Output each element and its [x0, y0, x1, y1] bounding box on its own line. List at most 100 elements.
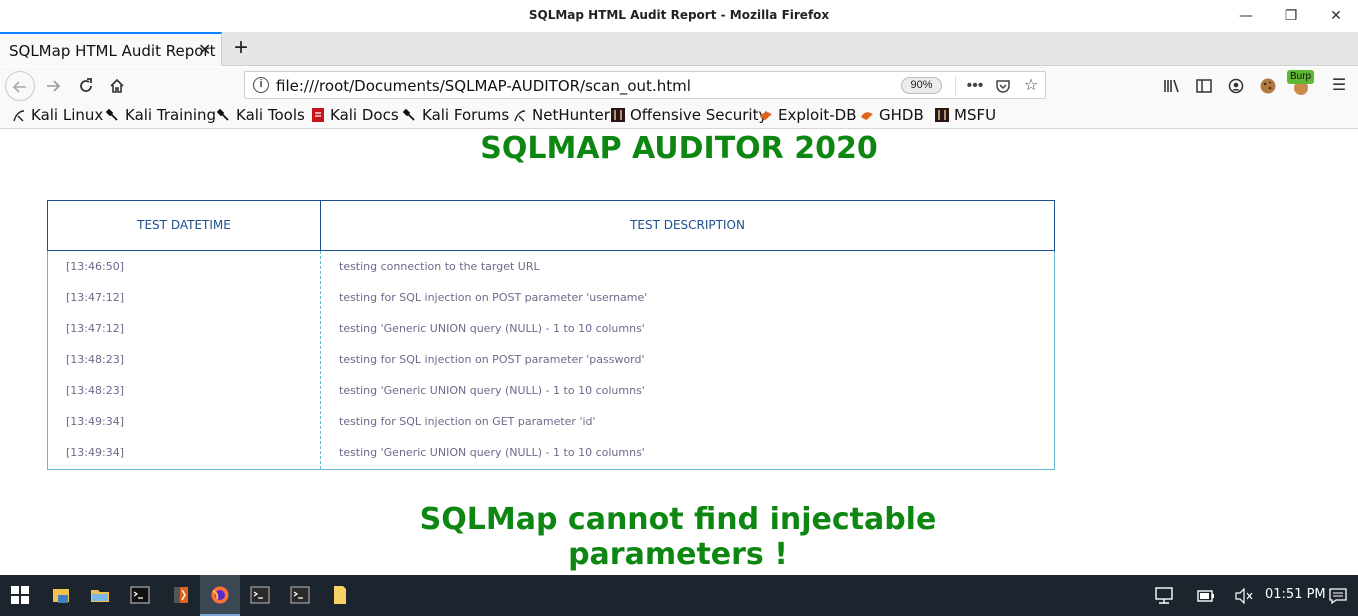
close-window-button[interactable]: ✕: [1325, 6, 1347, 26]
start-button[interactable]: [0, 575, 40, 616]
page-content: SQLMAP AUDITOR 2020 TEST DATETIME TEST D…: [0, 130, 1358, 575]
library-icon[interactable]: [1161, 75, 1183, 97]
cell-description: testing connection to the target URL: [339, 260, 540, 273]
table-row: [13:48:23] testing 'Generic UNION query …: [48, 384, 1054, 415]
cell-datetime: [13:49:34]: [66, 415, 124, 428]
sidebar-icon[interactable]: [1193, 75, 1215, 97]
bookmark-label: GHDB: [879, 106, 924, 124]
bookmark-kali-tools[interactable]: Kali Tools: [217, 106, 305, 126]
bookmark-label: Kali Linux: [31, 106, 104, 124]
cookie-extension-icon[interactable]: [1257, 75, 1279, 97]
table-row: [13:46:50] testing connection to the tar…: [48, 260, 1054, 291]
pocket-icon[interactable]: [992, 75, 1014, 97]
bookmark-label: Exploit-DB: [778, 106, 857, 124]
bookmark-star-icon[interactable]: ☆: [1020, 75, 1042, 97]
notifications-icon[interactable]: [1329, 587, 1347, 605]
docs-icon: [312, 108, 324, 122]
taskbar: 01:51 PM: [0, 575, 1358, 616]
close-tab-icon[interactable]: ✕: [198, 40, 211, 60]
column-header-description: TEST DESCRIPTION: [630, 218, 745, 232]
terminal-icon: [250, 586, 270, 604]
cell-datetime: [13:47:12]: [66, 291, 124, 304]
window-titlebar: SQLMap HTML Audit Report - Mozilla Firef…: [0, 0, 1358, 32]
taskbar-notes-app[interactable]: [320, 575, 360, 616]
scan-result-message: SQLMap cannot find injectable parameters…: [419, 502, 937, 572]
table-row: [13:47:12] testing 'Generic UNION query …: [48, 322, 1054, 353]
folder-icon: [91, 590, 109, 602]
kali-tool-icon: [106, 108, 118, 121]
tab-label: SQLMap HTML Audit Report: [9, 42, 216, 60]
file-explorer-icon: [53, 589, 69, 603]
terminal-icon: [290, 586, 310, 604]
offsec-icon: [611, 108, 625, 122]
bookmark-msfu[interactable]: MSFU: [935, 106, 996, 126]
zoom-level-badge[interactable]: 90%: [901, 77, 942, 94]
home-icon: [110, 78, 124, 93]
bookmark-label: MSFU: [954, 106, 997, 124]
sticky-note-icon: [334, 586, 346, 604]
taskbar-terminal-app-2[interactable]: [240, 575, 280, 616]
taskbar-terminal-app-3[interactable]: [280, 575, 320, 616]
cell-datetime: [13:47:12]: [66, 322, 124, 335]
table-row: [13:49:34] testing for SQL injection on …: [48, 415, 1054, 446]
network-icon[interactable]: [1154, 587, 1174, 605]
bookmark-ghdb[interactable]: GHDB: [860, 106, 924, 126]
taskbar-burp-app[interactable]: [161, 575, 201, 616]
taskbar-clock[interactable]: 01:51 PM: [1265, 587, 1326, 602]
audit-table: TEST DATETIME TEST DESCRIPTION [13:46:50…: [47, 200, 1055, 470]
bookmark-nethunter[interactable]: NetHunter: [513, 106, 610, 126]
bookmark-label: Kali Training: [125, 106, 217, 124]
cell-description: testing 'Generic UNION query (NULL) - 1 …: [339, 384, 645, 397]
bookmark-kali-docs[interactable]: Kali Docs: [311, 106, 399, 126]
kali-tool-icon: [217, 108, 229, 121]
bookmark-kali-linux[interactable]: Kali Linux: [12, 106, 103, 126]
cell-description: testing for SQL injection on POST parame…: [339, 353, 645, 366]
back-arrow-icon: [12, 81, 26, 93]
bookmark-kali-training[interactable]: Kali Training: [106, 106, 216, 126]
site-info-icon[interactable]: i: [253, 77, 269, 93]
forward-button[interactable]: [38, 71, 68, 101]
hamburger-menu-icon[interactable]: ☰: [1328, 75, 1350, 97]
cell-datetime: [13:46:50]: [66, 260, 124, 273]
firefox-icon: [211, 586, 229, 604]
navigation-bar: i file:///root/Documents/SQLMAP-AUDITOR/…: [0, 67, 1358, 103]
new-tab-button[interactable]: +: [228, 34, 254, 62]
window-title: SQLMap HTML Audit Report - Mozilla Firef…: [528, 8, 830, 22]
restore-button[interactable]: ❐: [1280, 6, 1302, 26]
windows-logo-icon: [11, 586, 29, 604]
back-button[interactable]: [5, 71, 35, 101]
minimize-button[interactable]: —: [1235, 6, 1257, 26]
account-icon[interactable]: [1225, 75, 1247, 97]
taskbar-firefox-app[interactable]: [200, 575, 240, 616]
taskbar-file-explorer-app[interactable]: [41, 575, 81, 616]
battery-icon[interactable]: [1196, 588, 1216, 604]
cell-datetime: [13:49:34]: [66, 446, 124, 459]
bookmark-exploit-db[interactable]: Exploit-DB: [759, 106, 857, 126]
bookmark-kali-forums[interactable]: Kali Forums: [403, 106, 509, 126]
bookmark-label: Kali Docs: [330, 106, 399, 124]
url-bar[interactable]: i file:///root/Documents/SQLMAP-AUDITOR/…: [244, 71, 1046, 99]
reload-icon: [80, 78, 92, 92]
taskbar-folder-app[interactable]: [80, 575, 120, 616]
bookmarks-toolbar: Kali Linux Kali Training Kali Tools Kali…: [0, 103, 1358, 129]
column-header-datetime: TEST DATETIME: [48, 201, 321, 250]
bookmark-label: NetHunter: [532, 106, 610, 124]
offsec-icon: [935, 108, 949, 122]
bookmark-offensive-security[interactable]: Offensive Security: [611, 106, 767, 126]
table-header: TEST DATETIME TEST DESCRIPTION: [47, 200, 1055, 251]
url-bar-divider: [955, 76, 956, 96]
reload-button[interactable]: [71, 71, 101, 101]
cell-description: testing for SQL injection on GET paramet…: [339, 415, 596, 428]
cell-description: testing for SQL injection on POST parame…: [339, 291, 648, 304]
taskbar-terminal-app[interactable]: [120, 575, 160, 616]
volume-muted-icon[interactable]: [1234, 588, 1254, 604]
tab-sqlmap-report[interactable]: SQLMap HTML Audit Report ✕: [0, 32, 222, 66]
kali-tool-icon: [403, 108, 415, 121]
forward-arrow-icon: [47, 80, 61, 92]
kali-dragon-icon: [13, 110, 25, 122]
url-text[interactable]: file:///root/Documents/SQLMAP-AUDITOR/sc…: [276, 77, 691, 95]
table-row: [13:49:34] testing 'Generic UNION query …: [48, 446, 1054, 477]
page-actions-icon[interactable]: •••: [964, 75, 986, 97]
page-title: SQLMAP AUDITOR 2020: [480, 131, 878, 166]
home-button[interactable]: [102, 71, 132, 101]
